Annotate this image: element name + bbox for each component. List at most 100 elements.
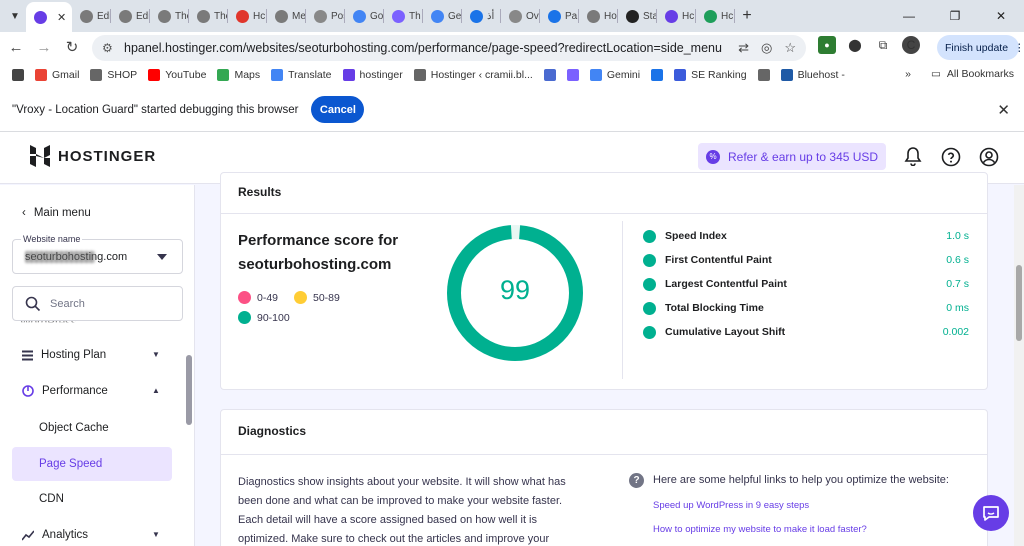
close-window-icon[interactable]: ✕ [978, 0, 1024, 32]
close-infobar-icon[interactable]: ✕ [997, 101, 1010, 119]
translate-icon [271, 69, 284, 81]
bookmark-item[interactable]: SE Ranking [674, 69, 747, 81]
more-menu-icon: ⋮ [1014, 41, 1024, 54]
bookmark-star-icon[interactable]: ☆ [784, 40, 796, 56]
back-icon[interactable]: ← [2, 33, 30, 61]
metric-status-dot [643, 301, 656, 315]
help-icon[interactable] [940, 146, 961, 167]
bookmark-item[interactable] [543, 69, 556, 81]
page-scrollbar[interactable] [1014, 185, 1024, 546]
browser-tab[interactable]: The [189, 0, 228, 32]
bookmarks-bar: Gmail SHOP YouTube Maps Translate hostinger Ho… [0, 62, 1024, 88]
sidebar-item-object-cache[interactable]: Object Cache [39, 422, 109, 434]
bookmark-item[interactable]: SHOP [90, 69, 137, 81]
browser-tab[interactable]: The [150, 0, 189, 32]
bookmark-item[interactable] [12, 69, 24, 81]
bookmark-item[interactable]: Maps [217, 69, 260, 81]
analytics-icon [22, 530, 34, 541]
search-icon [25, 296, 41, 311]
bookmark-item[interactable] [651, 69, 664, 81]
tab-title: Edi [97, 10, 111, 22]
extension-green-icon[interactable]: ● [818, 36, 836, 54]
browser-tab[interactable]: ✕ [26, 2, 72, 32]
browser-tab[interactable]: أذ [462, 0, 501, 32]
url-text[interactable]: hpanel.hostinger.com/websites/seoturboho… [124, 41, 722, 55]
tab-title: Edi [136, 10, 150, 22]
translate-page-icon[interactable]: ⇄ [738, 40, 749, 56]
browser-tab[interactable]: Me [267, 0, 306, 32]
close-tab-icon[interactable]: ✕ [57, 11, 66, 24]
bookmark-item[interactable]: hostinger [342, 69, 403, 81]
help-question-icon: ? [629, 473, 644, 488]
website-select[interactable]: Website name seoturbohosting.com [12, 234, 183, 274]
browser-tab[interactable]: Ho [579, 0, 618, 32]
eye-slash-icon[interactable]: ◎ [761, 40, 772, 56]
cancel-debugging-button[interactable]: Cancel [311, 96, 365, 123]
account-icon[interactable] [978, 146, 999, 167]
hostinger-icon [342, 69, 355, 81]
finish-update-button[interactable]: Finish update ⋮ [937, 35, 1024, 60]
performance-label: Performance [42, 385, 108, 397]
scrollbar-thumb[interactable] [1016, 265, 1022, 341]
bookmark-item[interactable]: Hostinger ‹ cramii.bl... [413, 69, 533, 81]
hostinger-logo[interactable]: HOSTINGER [30, 145, 156, 167]
metric-status-dot [643, 253, 656, 267]
extensions-puzzle-icon[interactable]: ⧉ [874, 36, 892, 54]
browser-tab[interactable]: Edi [72, 0, 111, 32]
gmail-icon [35, 69, 47, 81]
legend-good: 90-100 [238, 311, 290, 324]
browser-tab[interactable]: Th [384, 0, 423, 32]
bookmark-item[interactable] [757, 69, 770, 81]
bookmark-item[interactable] [566, 69, 579, 81]
wifi-icon [543, 69, 556, 81]
bookmark-item[interactable]: Translate [271, 69, 332, 81]
bookmark-item[interactable]: Gmail [35, 69, 79, 81]
location-pin-icon[interactable]: ⬤ [846, 36, 864, 54]
browser-tab[interactable]: Ov [501, 0, 540, 32]
legend-dot [238, 311, 251, 324]
browser-tab[interactable]: Edi [111, 0, 150, 32]
browser-tab[interactable]: Pa [540, 0, 579, 32]
sidebar-search-input[interactable]: Search [12, 286, 183, 321]
sidebar-scrollbar[interactable] [186, 355, 192, 425]
address-bar[interactable]: ⚙ hpanel.hostinger.com/websites/seoturbo… [92, 35, 806, 61]
browser-tab[interactable]: Hc [696, 0, 735, 32]
refer-earn-button[interactable]: % Refer & earn up to 345 USD [698, 143, 886, 170]
notifications-bell-icon[interactable] [902, 146, 923, 167]
bookmark-label: Gemini [606, 69, 641, 81]
globe-icon [158, 9, 171, 23]
all-bookmarks-link[interactable]: ▭ All Bookmarks [931, 68, 1014, 80]
browser-tab[interactable]: Hc [657, 0, 696, 32]
sidebar-item-hosting-plan[interactable]: Hosting Plan ▼ [22, 349, 160, 361]
more-bookmarks-chevron[interactable]: » [905, 68, 911, 80]
legend-average: 50-89 [294, 291, 340, 304]
sidebar-item-analytics[interactable]: Analytics ▼ [22, 529, 160, 541]
bookmark-item[interactable]: YouTube [148, 69, 206, 81]
restore-icon[interactable]: ❐ [932, 0, 978, 32]
sidebar-item-page-speed[interactable]: Page Speed [12, 447, 172, 481]
profile-avatar[interactable]: C [902, 36, 920, 54]
star-icon [704, 9, 717, 23]
new-tab-button[interactable]: + [735, 7, 759, 25]
forward-icon[interactable]: → [30, 33, 58, 61]
main-menu-link[interactable]: ‹ Main menu [22, 207, 91, 219]
chat-support-button[interactable] [973, 495, 1009, 531]
sidebar-item-cdn[interactable]: CDN [39, 493, 64, 505]
site-info-icon[interactable]: ⚙ [102, 41, 118, 55]
help-link-optimize-website[interactable]: How to optimize my website to make it lo… [653, 524, 867, 535]
browser-tab[interactable]: Sta [618, 0, 657, 32]
browser-tab[interactable]: Go [345, 0, 384, 32]
reload-icon[interactable]: ↻ [58, 33, 86, 61]
tab-search-chevron-icon[interactable]: ▼ [4, 5, 26, 27]
help-link-speed-up-wordpress[interactable]: Speed up WordPress in 9 easy steps [653, 500, 809, 511]
browser-tab[interactable]: Pos [306, 0, 345, 32]
bookmark-item[interactable]: Bluehost - [780, 69, 845, 81]
minimize-icon[interactable]: — [886, 0, 932, 32]
bookmark-item[interactable]: Gemini [589, 69, 641, 81]
sidebar-item-performance[interactable]: Performance ▲ [22, 385, 160, 397]
translate-icon [353, 9, 366, 23]
browser-tab[interactable]: Ge [423, 0, 462, 32]
bookmark-label: Gmail [52, 69, 80, 81]
browser-tab[interactable]: Hc [228, 0, 267, 32]
hosting-plan-label: Hosting Plan [41, 349, 107, 361]
